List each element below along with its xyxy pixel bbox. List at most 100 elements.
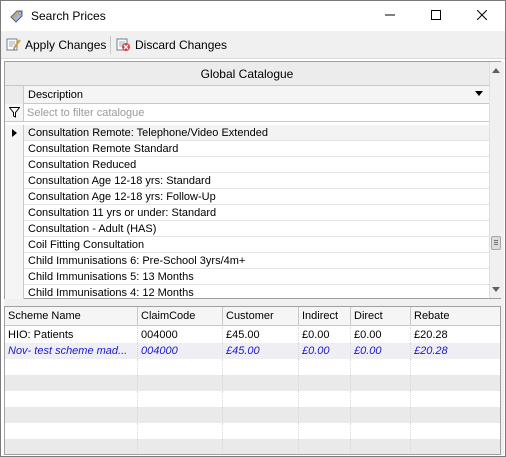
row-indicator [5,269,24,285]
catalogue-row[interactable]: Consultation 11 yrs or under: Standard [5,205,489,221]
direct-price-cell[interactable]: £0.00 [351,343,411,359]
empty-cell [5,359,138,375]
apply-changes-button[interactable]: Apply Changes [5,35,106,55]
empty-cell [223,359,299,375]
catalogue-row-description: Consultation Age 12-18 yrs: Follow-Up [28,191,216,203]
title-bar[interactable]: Search Prices [1,1,505,31]
catalogue-row-description: Child Immunisations 5: 13 Months [28,271,194,283]
customer-price-cell[interactable]: £45.00 [223,327,299,343]
catalogue-title: Global Catalogue [5,62,489,86]
scroll-down-icon[interactable] [492,287,500,292]
row-indicator [5,125,24,141]
empty-cell [299,423,351,439]
catalogue-row-description: Consultation Remote: Telephone/Video Ext… [28,127,268,139]
column-header-scheme-name[interactable]: Scheme Name [5,307,138,326]
empty-cell [223,423,299,439]
indirect-price-cell[interactable]: £0.00 [299,343,351,359]
row-indicator [5,173,24,189]
catalogue-row[interactable]: Consultation Age 12-18 yrs: Standard [5,173,489,189]
empty-cell [351,407,411,423]
catalogue-row[interactable]: Consultation Remote Standard [5,141,489,157]
empty-cell [411,423,500,439]
row-indicator [5,237,24,253]
empty-cell [411,391,500,407]
toolbar: Apply Changes Discard Changes [1,31,505,59]
close-icon [476,9,488,23]
empty-cell [5,423,138,439]
catalogue-row[interactable]: Coil Fitting Consultation [5,237,489,253]
empty-cell [223,407,299,423]
direct-price-cell[interactable]: £0.00 [351,327,411,343]
catalogue-row-description: Coil Fitting Consultation [28,239,145,251]
row-indicator [5,221,24,237]
catalogue-row-description: Consultation Reduced [28,159,137,171]
filter-icon [5,104,24,121]
scheme-pricing-grid: Scheme Name ClaimCode Customer Indirect … [4,306,501,455]
discard-changes-button[interactable]: Discard Changes [115,35,227,55]
close-button[interactable] [459,1,505,31]
empty-cell [351,375,411,391]
column-header-rebate[interactable]: Rebate [411,307,500,326]
row-indicator [5,157,24,173]
pricing-header-row: Scheme Name ClaimCode Customer Indirect … [5,307,500,326]
column-header-customer[interactable]: Customer [223,307,299,326]
current-row-pointer-icon [12,129,17,137]
catalogue-row[interactable]: Child Immunisations 4: 12 Months [5,285,489,299]
main-content: Global Catalogue Description Consultatio… [4,61,504,455]
apply-changes-label: Apply Changes [25,38,107,52]
column-header-direct[interactable]: Direct [351,307,411,326]
window-title: Search Prices [31,9,106,23]
description-column-header[interactable]: Description [5,86,489,104]
maximize-button[interactable] [413,1,459,31]
pricing-row[interactable]: HIO: Patients 004000 £45.00 £0.00 £0.00 … [5,327,500,343]
rebate-cell[interactable]: £20.28 [411,327,500,343]
scheme-name-cell[interactable]: Nov- test scheme mad... [5,343,138,359]
catalogue-row[interactable]: Child Immunisations 5: 13 Months [5,269,489,285]
empty-cell [411,407,500,423]
empty-cell [5,439,138,454]
empty-cell [138,439,223,454]
rebate-cell[interactable]: £20.28 [411,343,500,359]
catalogue-row[interactable]: Child Immunisations 6: Pre-School 3yrs/4… [5,253,489,269]
row-indicator [5,141,24,157]
empty-cell [351,359,411,375]
empty-row [5,423,500,439]
empty-cell [299,391,351,407]
catalogue-row-description: Consultation Remote Standard [28,143,179,155]
catalogue-filter-input[interactable] [27,105,467,120]
catalogue-rows: Consultation Remote: Telephone/Video Ext… [5,125,489,299]
catalogue-row[interactable]: Consultation - Adult (HAS) [5,221,489,237]
claim-code-cell[interactable]: 004000 [138,343,223,359]
discard-changes-label: Discard Changes [135,38,228,52]
column-header-indirect[interactable]: Indirect [299,307,351,326]
empty-cell [351,423,411,439]
description-column-label: Description [28,89,84,101]
catalogue-vertical-scrollbar[interactable] [489,62,501,298]
empty-cell [223,391,299,407]
minimize-icon [385,10,395,23]
scroll-up-icon[interactable] [492,68,500,73]
empty-cell [5,391,138,407]
scrollbar-thumb[interactable] [491,236,501,250]
empty-cell [299,407,351,423]
claim-code-cell[interactable]: 004000 [138,327,223,343]
catalogue-row[interactable]: Consultation Age 12-18 yrs: Follow-Up [5,189,489,205]
empty-cell [411,375,500,391]
column-dropdown-icon[interactable] [475,91,483,96]
empty-row [5,375,500,391]
empty-cell [351,391,411,407]
empty-row [5,407,500,423]
scheme-name-cell[interactable]: HIO: Patients [5,327,138,343]
customer-price-cell[interactable]: £45.00 [223,343,299,359]
minimize-button[interactable] [367,1,413,31]
pricing-row-scheme[interactable]: Nov- test scheme mad... 004000 £45.00 £0… [5,343,500,359]
indirect-price-cell[interactable]: £0.00 [299,327,351,343]
apply-changes-icon [5,36,21,55]
catalogue-row-description: Consultation - Adult (HAS) [28,223,157,235]
catalogue-row[interactable]: Consultation Reduced [5,157,489,173]
empty-cell [411,359,500,375]
row-indicator [5,253,24,269]
column-header-claim-code[interactable]: ClaimCode [138,307,223,326]
catalogue-row[interactable]: Consultation Remote: Telephone/Video Ext… [5,125,489,141]
empty-cell [5,375,138,391]
